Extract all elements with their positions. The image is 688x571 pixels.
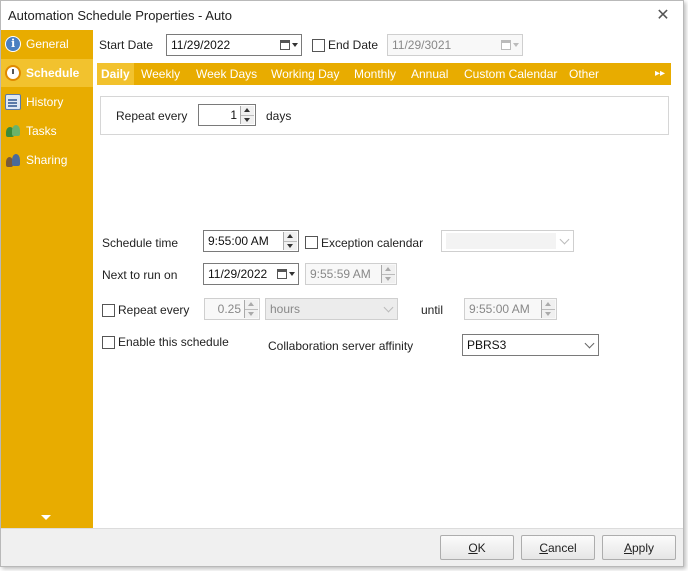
sidebar-item-label: General xyxy=(26,37,69,51)
start-date-label: Start Date xyxy=(99,38,154,52)
repeat-every-label: Repeat every xyxy=(116,109,188,123)
cancel-label: ancel xyxy=(547,540,577,555)
spin-up-icon[interactable] xyxy=(284,232,297,242)
ok-label: K xyxy=(477,540,486,555)
sidebar-item-schedule[interactable]: Schedule xyxy=(1,59,93,87)
schedule-time-value: 9:55:00 AM xyxy=(208,234,269,248)
repeat-interval-stepper[interactable]: 0.25 xyxy=(204,298,260,320)
dialog-window: Automation Schedule Properties - Auto ✕ … xyxy=(0,0,684,567)
start-date-picker[interactable]: 11/29/2022 xyxy=(166,34,302,56)
spin-down-icon[interactable] xyxy=(245,309,258,318)
until-time-input[interactable]: 9:55:00 AM xyxy=(464,298,557,320)
next-run-date-picker[interactable]: 11/29/2022 xyxy=(203,263,299,285)
enable-schedule-checkbox[interactable] xyxy=(102,336,115,349)
end-date-label: End Date xyxy=(328,38,379,52)
info-icon xyxy=(5,36,21,52)
sidebar-item-sharing[interactable]: Sharing xyxy=(1,146,93,174)
sidebar-item-history[interactable]: History xyxy=(1,88,93,116)
sidebar-item-label: History xyxy=(26,95,64,109)
dialog-footer: OK Cancel Apply xyxy=(1,528,683,566)
next-run-time-input[interactable]: 9:55:59 AM xyxy=(305,263,397,285)
sidebar: General Schedule History Tasks Sharing xyxy=(1,30,93,528)
tab-monthly[interactable]: Monthly xyxy=(354,63,396,85)
next-run-label: Next to run on xyxy=(102,268,178,282)
server-affinity-label: Collaboration server affinity xyxy=(268,339,414,353)
sidebar-item-tasks[interactable]: Tasks xyxy=(1,117,93,145)
spin-up-icon[interactable] xyxy=(241,106,254,116)
spin-up-icon[interactable] xyxy=(542,300,555,310)
ok-button[interactable]: OK xyxy=(440,535,514,560)
repeat-days-stepper[interactable]: 1 xyxy=(198,104,256,126)
until-time-value: 9:55:00 AM xyxy=(469,302,530,316)
tab-other[interactable]: Other xyxy=(569,63,599,85)
cancel-accelerator: C xyxy=(539,540,548,555)
frequency-tabs: Daily Weekly Week Days Working Day Month… xyxy=(97,63,671,85)
exception-calendar-checkbox[interactable] xyxy=(305,236,318,249)
calendar-dropdown-icon[interactable] xyxy=(279,37,299,53)
spin-down-icon[interactable] xyxy=(284,241,297,250)
start-date-value: 11/29/2022 xyxy=(171,38,231,52)
tasks-icon xyxy=(5,123,21,139)
apply-label: pply xyxy=(632,540,655,555)
sidebar-item-label: Sharing xyxy=(26,153,68,167)
tab-week-days[interactable]: Week Days xyxy=(196,63,257,85)
sharing-icon xyxy=(5,152,21,168)
ok-accelerator: O xyxy=(468,540,478,555)
exception-calendar-label: Exception calendar xyxy=(321,236,424,250)
repeat-every-hours-label: Repeat every xyxy=(118,303,190,317)
daily-options-panel: Repeat every 1 days xyxy=(100,96,669,135)
chevron-down-icon xyxy=(584,338,595,349)
spin-down-icon[interactable] xyxy=(542,309,555,318)
repeat-days-value: 1 xyxy=(230,108,237,122)
apply-accelerator: A xyxy=(623,540,632,555)
sidebar-item-general[interactable]: General xyxy=(1,30,93,58)
server-affinity-select[interactable]: PBRS3 xyxy=(462,334,599,356)
end-date-value: 11/29/3021 xyxy=(392,38,452,52)
tab-custom-calendar[interactable]: Custom Calendar xyxy=(464,63,557,85)
until-label: until xyxy=(421,303,444,317)
spin-up-icon[interactable] xyxy=(382,265,395,275)
window-title: Automation Schedule Properties - Auto xyxy=(8,8,233,23)
repeat-every-checkbox[interactable] xyxy=(102,304,115,317)
end-date-checkbox[interactable] xyxy=(312,39,325,52)
spin-up-icon[interactable] xyxy=(245,300,258,310)
repeat-unit-select[interactable]: hours xyxy=(265,298,398,320)
schedule-panel: Start Date 11/29/2022 End Date 11/29/302… xyxy=(93,30,683,528)
close-icon[interactable]: ✕ xyxy=(653,5,673,25)
spin-down-icon[interactable] xyxy=(382,274,395,283)
end-date-picker[interactable]: 11/29/3021 xyxy=(387,34,523,56)
cancel-button[interactable]: Cancel xyxy=(521,535,595,560)
enable-schedule-label: Enable this schedule xyxy=(118,335,229,349)
next-run-time-value: 9:55:59 AM xyxy=(310,267,371,281)
calendar-dropdown-icon[interactable] xyxy=(276,266,296,282)
next-run-date-value: 11/29/2022 xyxy=(208,267,268,281)
spin-down-icon[interactable] xyxy=(241,115,254,124)
schedule-time-label: Schedule time xyxy=(102,236,179,250)
repeat-interval-value: 0.25 xyxy=(217,302,241,316)
sidebar-item-label: Tasks xyxy=(26,124,57,138)
title-bar: Automation Schedule Properties - Auto ✕ xyxy=(1,1,683,31)
days-unit-label: days xyxy=(266,109,292,123)
repeat-unit-value: hours xyxy=(270,302,301,316)
calendar-dropdown-icon[interactable] xyxy=(500,37,520,53)
history-icon xyxy=(5,94,21,110)
tab-annual[interactable]: Annual xyxy=(411,63,448,85)
exception-calendar-value xyxy=(446,233,556,249)
clock-icon xyxy=(5,65,21,81)
tab-scroll-right-icon[interactable]: ▸▸ xyxy=(655,63,665,85)
sidebar-expand-icon[interactable] xyxy=(41,515,51,520)
tab-working-day[interactable]: Working Day xyxy=(271,63,339,85)
server-affinity-value: PBRS3 xyxy=(467,338,507,352)
exception-calendar-select[interactable] xyxy=(441,230,574,252)
tab-weekly[interactable]: Weekly xyxy=(141,63,180,85)
apply-button[interactable]: Apply xyxy=(602,535,676,560)
sidebar-item-label: Schedule xyxy=(26,66,80,80)
tab-daily[interactable]: Daily xyxy=(97,63,134,85)
chevron-down-icon xyxy=(559,234,570,245)
schedule-time-input[interactable]: 9:55:00 AM xyxy=(203,230,299,252)
chevron-down-icon xyxy=(383,302,394,313)
